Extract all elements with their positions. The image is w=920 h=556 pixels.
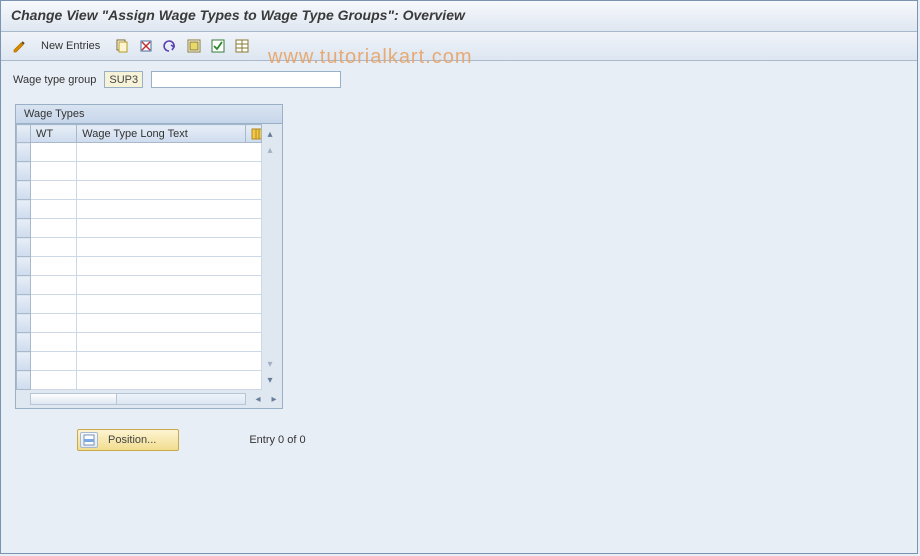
scroll-up-icon-2[interactable]: ▴ [262, 142, 278, 158]
cell-long-text[interactable] [77, 333, 262, 352]
cell-wt[interactable] [31, 333, 77, 352]
entry-count-text: Entry 0 of 0 [249, 434, 305, 446]
table-row [17, 371, 262, 390]
row-selector[interactable] [17, 257, 31, 276]
new-entries-button[interactable]: New Entries [33, 36, 108, 56]
select-all-icon[interactable] [184, 36, 204, 56]
select-all-rows[interactable] [17, 125, 31, 143]
configure-columns-icon[interactable] [245, 125, 261, 143]
wage-types-panel-title: Wage Types [16, 105, 282, 124]
delete-icon[interactable] [136, 36, 156, 56]
cell-wt[interactable] [31, 352, 77, 371]
row-selector[interactable] [17, 295, 31, 314]
cell-wt[interactable] [31, 219, 77, 238]
cell-long-text[interactable] [77, 371, 262, 390]
row-selector[interactable] [17, 276, 31, 295]
wage-types-panel: Wage Types WT Wage Type Long Text [15, 104, 283, 409]
cell-wt[interactable] [31, 238, 77, 257]
footer: Position... Entry 0 of 0 [1, 415, 917, 465]
table-row [17, 333, 262, 352]
row-selector[interactable] [17, 238, 31, 257]
cell-wt[interactable] [31, 314, 77, 333]
cell-long-text[interactable] [77, 314, 262, 333]
change-mode-icon[interactable] [9, 36, 29, 56]
cell-long-text[interactable] [77, 238, 262, 257]
cell-wt[interactable] [31, 181, 77, 200]
table-settings-icon[interactable] [232, 36, 252, 56]
row-selector[interactable] [17, 181, 31, 200]
cell-wt[interactable] [31, 276, 77, 295]
cell-wt[interactable] [31, 371, 77, 390]
wage-type-group-description[interactable] [151, 71, 341, 88]
table-row [17, 181, 262, 200]
table-row [17, 314, 262, 333]
app-window: Change View "Assign Wage Types to Wage T… [0, 0, 918, 554]
undo-icon[interactable] [160, 36, 180, 56]
scroll-down-icon[interactable]: ▾ [262, 372, 278, 388]
cell-long-text[interactable] [77, 143, 262, 162]
deselect-all-icon[interactable] [208, 36, 228, 56]
cell-wt[interactable] [31, 143, 77, 162]
table-row [17, 352, 262, 371]
cell-long-text[interactable] [77, 257, 262, 276]
table-row [17, 257, 262, 276]
page-title: Change View "Assign Wage Types to Wage T… [1, 1, 917, 32]
row-selector[interactable] [17, 371, 31, 390]
position-button[interactable]: Position... [77, 429, 179, 451]
row-selector[interactable] [17, 162, 31, 181]
column-long-text[interactable]: Wage Type Long Text [77, 125, 246, 143]
scroll-left-icon[interactable]: ◂ [250, 391, 266, 407]
vertical-scrollbar[interactable]: ▴ ▴ ▾ ▾ [262, 124, 280, 390]
cell-long-text[interactable] [77, 276, 262, 295]
scroll-right-icon[interactable]: ▸ [266, 391, 282, 407]
scroll-up-icon[interactable]: ▴ [262, 126, 278, 142]
row-selector[interactable] [17, 143, 31, 162]
table-row [17, 200, 262, 219]
table-row [17, 295, 262, 314]
row-selector[interactable] [17, 314, 31, 333]
table-row [17, 238, 262, 257]
horizontal-scrollbar[interactable]: ◂ ▸ [16, 390, 282, 408]
wage-type-group-label: Wage type group [13, 74, 96, 86]
cell-wt[interactable] [31, 162, 77, 181]
scroll-down-icon-2[interactable]: ▾ [262, 356, 278, 372]
cell-long-text[interactable] [77, 295, 262, 314]
table-row [17, 143, 262, 162]
cell-long-text[interactable] [77, 162, 262, 181]
cell-wt[interactable] [31, 257, 77, 276]
filter-row: Wage type group SUP3 [1, 61, 917, 98]
cell-long-text[interactable] [77, 181, 262, 200]
copy-icon[interactable] [112, 36, 132, 56]
cell-wt[interactable] [31, 200, 77, 219]
table-row [17, 276, 262, 295]
column-wt[interactable]: WT [31, 125, 77, 143]
row-selector[interactable] [17, 219, 31, 238]
toolbar: New Entries [1, 32, 917, 61]
row-selector[interactable] [17, 333, 31, 352]
cell-wt[interactable] [31, 295, 77, 314]
cell-long-text[interactable] [77, 352, 262, 371]
position-icon [80, 432, 98, 448]
row-selector[interactable] [17, 352, 31, 371]
cell-long-text[interactable] [77, 200, 262, 219]
wage-type-group-code[interactable]: SUP3 [104, 71, 143, 88]
wage-types-table: WT Wage Type Long Text [16, 124, 262, 390]
cell-long-text[interactable] [77, 219, 262, 238]
table-row [17, 162, 262, 181]
position-button-label: Position... [108, 434, 156, 446]
table-row [17, 219, 262, 238]
row-selector[interactable] [17, 200, 31, 219]
